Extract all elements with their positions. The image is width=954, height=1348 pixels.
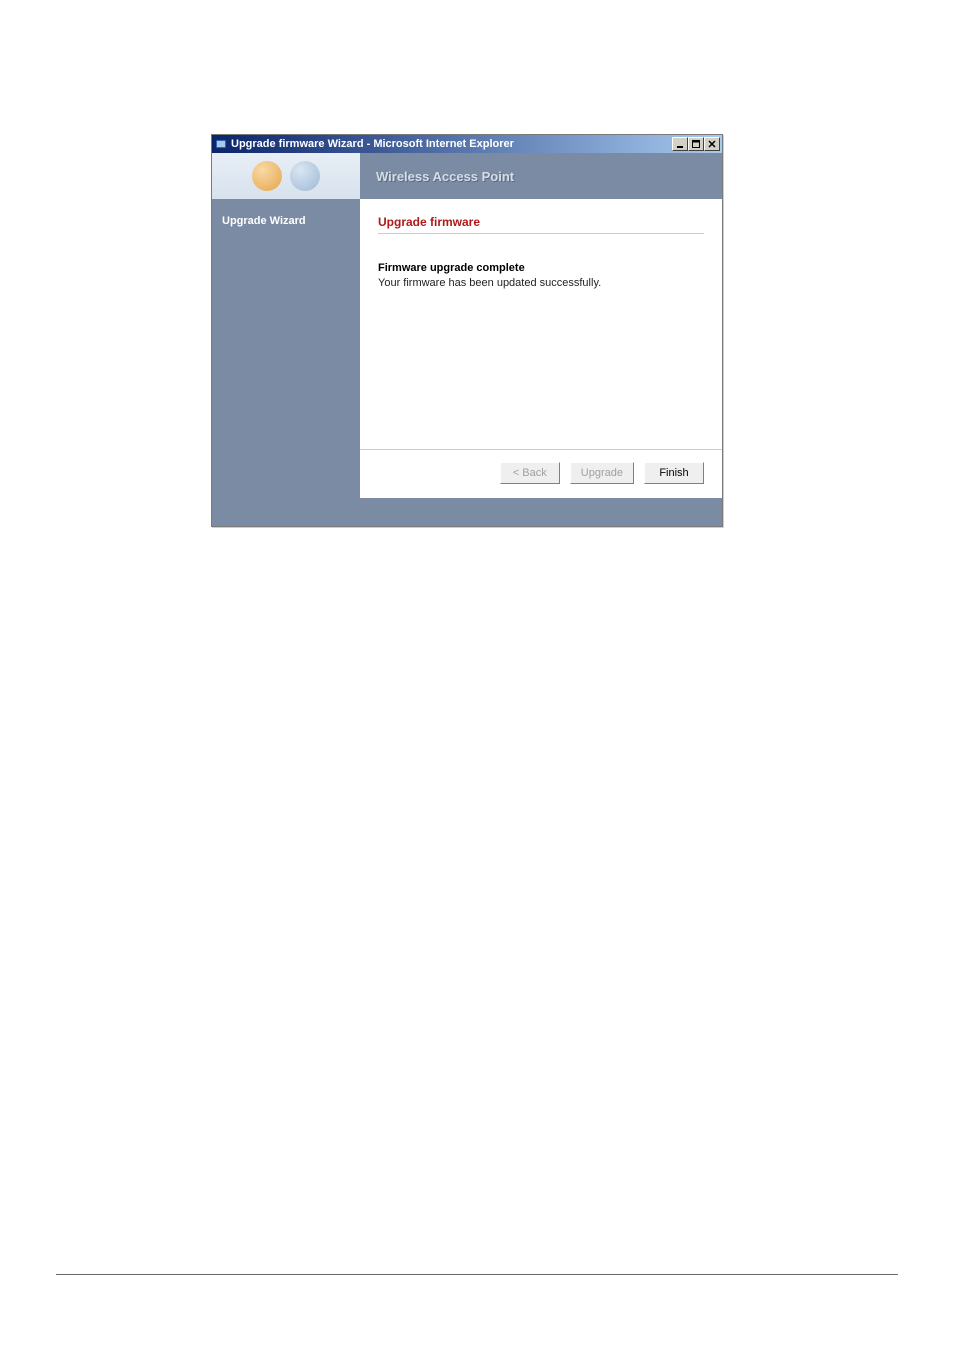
logo-graphic-2 xyxy=(290,161,320,191)
title-bar[interactable]: Upgrade firmware Wizard - Microsoft Inte… xyxy=(212,135,722,153)
sidebar-nav: Upgrade Wizard xyxy=(212,199,360,526)
window-controls xyxy=(672,137,722,151)
sidebar-item-upgrade-wizard[interactable]: Upgrade Wizard xyxy=(222,215,350,227)
content-spacer xyxy=(378,289,704,439)
window-title: Upgrade firmware Wizard - Microsoft Inte… xyxy=(231,138,672,150)
content-body: Upgrade firmware Firmware upgrade comple… xyxy=(360,199,722,449)
content-header: Wireless Access Point xyxy=(360,153,722,199)
content-area: Wireless Access Point Upgrade firmware F… xyxy=(360,153,722,526)
status-text: Your firmware has been updated successfu… xyxy=(378,277,704,289)
wizard-button-row: < Back Upgrade Finish xyxy=(360,449,722,498)
dialog-window: Upgrade firmware Wizard - Microsoft Inte… xyxy=(211,134,723,527)
page-footer-divider xyxy=(56,1274,898,1275)
upgrade-button: Upgrade xyxy=(570,462,634,484)
minimize-button[interactable] xyxy=(672,137,688,151)
logo-graphic-1 xyxy=(252,161,282,191)
close-button[interactable] xyxy=(704,137,720,151)
sidebar-logo-area xyxy=(212,153,360,199)
window-body: Upgrade Wizard Wireless Access Point Upg… xyxy=(212,153,722,526)
content-header-title: Wireless Access Point xyxy=(376,169,514,184)
status-heading: Firmware upgrade complete xyxy=(378,262,704,274)
maximize-button[interactable] xyxy=(688,137,704,151)
sidebar: Upgrade Wizard xyxy=(212,153,360,526)
finish-button[interactable]: Finish xyxy=(644,462,704,484)
browser-icon xyxy=(214,137,228,151)
back-button: < Back xyxy=(500,462,560,484)
section-title: Upgrade firmware xyxy=(378,215,704,234)
content-footer xyxy=(360,498,722,526)
